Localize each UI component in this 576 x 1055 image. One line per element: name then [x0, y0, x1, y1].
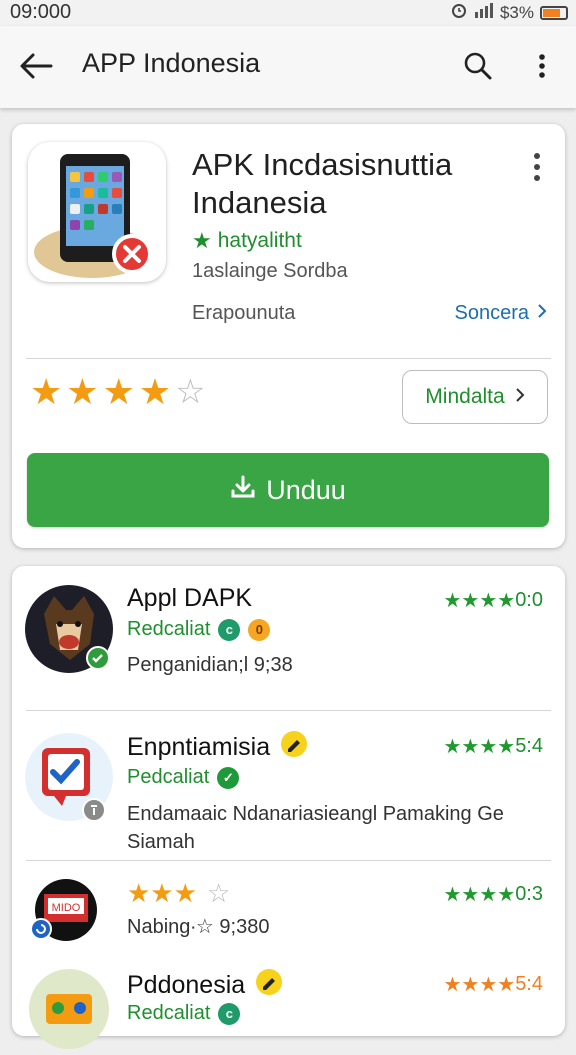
star-empty-icon: ☆: [206, 878, 231, 908]
status-icons: $3%: [450, 1, 568, 24]
list-item-rating: ★★★★ 5:4: [443, 972, 543, 997]
list-item-developer: Redcaliat: [127, 1002, 211, 1024]
status-bar: 09:000 $3%: [0, 0, 576, 26]
download-button[interactable]: Unduu: [27, 453, 549, 527]
star-empty-icon: ☆: [175, 373, 206, 411]
avatar: MIDO: [30, 878, 98, 942]
count-badge: 0: [248, 618, 271, 641]
rating-stars-icon: ★★★★: [443, 736, 516, 758]
app-category: Erapounuta: [192, 302, 296, 324]
search-icon[interactable]: [458, 46, 498, 86]
list-item-meta-line1: Endamaaic Ndanariasieangl Pamaking Ge: [127, 803, 504, 825]
rating-stars-icon: ★★★★: [443, 884, 516, 906]
list-item-title: Appl DAPK: [127, 584, 253, 612]
blue-badge-icon: [30, 918, 52, 945]
app-bar: APP Indonesia: [0, 26, 576, 108]
app-rating-stars: ★ ★ ★ ★ ☆: [30, 371, 206, 412]
rating-value: 0:0: [515, 589, 543, 611]
rating-stars-icon: ★★★★: [443, 974, 516, 996]
rating-value: 5:4: [515, 973, 543, 995]
chevron-right-icon: [515, 385, 525, 409]
rating-stars-icon: ★★★★: [443, 590, 516, 612]
secondary-button-label: Mindalta: [425, 385, 505, 408]
verified-badge-icon: c: [218, 618, 241, 641]
list-item-subtitle: Pedcaliat ✓: [127, 766, 240, 789]
alarm-icon: [450, 1, 468, 24]
list-item-subtitle: Redcaliat c: [127, 1002, 241, 1025]
list-item[interactable]: Appl DAPK Redcaliat c 0 Penganidian;l 9;…: [12, 566, 565, 710]
app-more-icon[interactable]: [527, 150, 547, 184]
battery-icon: [540, 5, 568, 20]
status-time: 09:000: [10, 1, 72, 23]
avatar: [24, 732, 114, 822]
download-button-label: Unduu: [266, 474, 346, 505]
related-apps-card: Appl DAPK Redcaliat c 0 Penganidian;l 9;…: [12, 566, 565, 1049]
back-arrow-icon[interactable]: [16, 46, 56, 86]
verified-icon: [86, 646, 110, 675]
list-item-title-text: Enpntiamisia: [127, 733, 271, 761]
edit-badge-icon: [280, 730, 308, 765]
app-title-line2: Indanesia: [192, 185, 327, 220]
app-subtitle: 1aslainge Sordba: [192, 260, 348, 282]
list-item-subtitle: Redcaliat c 0: [127, 618, 271, 641]
more-vert-icon[interactable]: [522, 46, 562, 86]
app-title: APK Incdasisnuttia Indanesia: [192, 146, 512, 222]
app-developer[interactable]: ★ hatyalitht: [192, 228, 302, 254]
list-item-meta-line2: Siamah: [127, 831, 195, 853]
info-icon: [82, 798, 106, 827]
app-icon: [28, 142, 166, 282]
list-item[interactable]: MIDO ★★★ ☆ Nabing∙☆ 9;380 ★★★★ 0:3: [12, 860, 565, 956]
battery-fill: [543, 8, 560, 17]
list-item-rating: ★★★★ 5:4: [443, 734, 543, 759]
rating-value: 5:4: [515, 735, 543, 757]
list-item-rating: ★★★★ 0:0: [443, 588, 543, 613]
list-item[interactable]: Pddonesia Redcaliat c ★★★★ 5:4: [12, 956, 565, 1049]
star-full-icon: ★: [66, 371, 99, 412]
list-item-stars: ★★★ ☆: [127, 878, 230, 909]
divider: [26, 358, 551, 359]
download-icon: [230, 475, 256, 506]
verified-badge-icon: ✓: [217, 766, 240, 789]
list-item-meta: Nabing∙☆ 9;380: [127, 916, 270, 938]
list-item-title: Pddonesia: [127, 968, 283, 1003]
list-item-title: Enpntiamisia: [127, 730, 308, 765]
star-full-icon: ★: [30, 371, 63, 412]
rating-value: 0:3: [515, 883, 543, 905]
green-star-icon: ★: [192, 228, 212, 253]
star-full-icon: ★★★: [127, 878, 197, 908]
list-item-developer: Pedcaliat: [127, 766, 210, 788]
list-item-developer: Redcaliat: [127, 618, 211, 640]
star-half-icon: ★: [138, 371, 172, 412]
list-item-meta: Endamaaic Ndanariasieangl Pamaking Ge Si…: [127, 800, 504, 856]
list-item[interactable]: Enpntiamisia Pedcaliat ✓ Endamaaic Ndana…: [12, 710, 565, 860]
page-title: APP Indonesia: [82, 48, 261, 78]
avatar: [24, 584, 114, 674]
developer-name: hatyalitht: [217, 229, 302, 252]
app-title-line1: APK Incdasisnuttia: [192, 147, 453, 182]
chevron-right-icon: [537, 302, 547, 325]
app-more-link[interactable]: Soncera: [455, 302, 548, 325]
list-item-rating: ★★★★ 0:3: [443, 882, 543, 907]
signal-icon: [474, 2, 494, 23]
star-full-icon: ★: [102, 371, 135, 412]
edit-badge-icon: [255, 968, 283, 1003]
app-link-label: Soncera: [454, 302, 530, 324]
verified-badge-icon: c: [218, 1002, 241, 1025]
list-item-meta: Penganidian;l 9;38: [127, 654, 293, 676]
avatar: [28, 968, 110, 1050]
svg-text:MIDO: MIDO: [52, 902, 81, 914]
app-detail-card: APK Incdasisnuttia Indanesia ★ hatyalith…: [12, 124, 565, 548]
list-item-title-text: Pddonesia: [127, 971, 246, 999]
battery-percent: $3%: [499, 2, 534, 22]
secondary-button[interactable]: Mindalta: [402, 370, 548, 424]
